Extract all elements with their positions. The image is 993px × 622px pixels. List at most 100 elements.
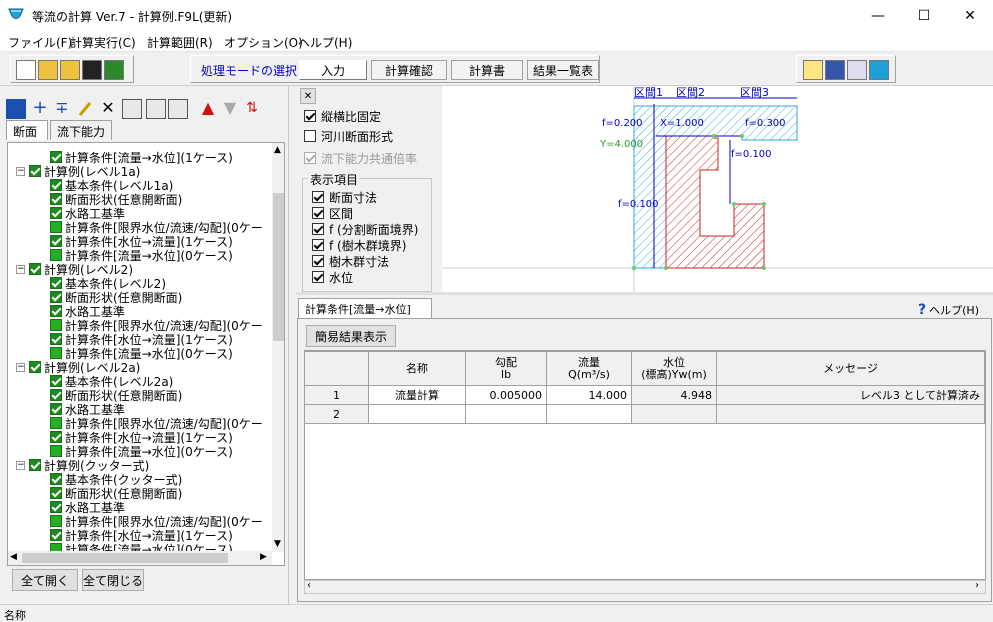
help-button[interactable]: ? ヘルプ(H) [918, 300, 990, 320]
item-f-division[interactable]: f (分割断面境界) [312, 221, 418, 237]
tree-expander-icon[interactable]: − [16, 264, 25, 274]
river-shape-label: 河川断面形式 [321, 129, 394, 144]
copy-icon[interactable] [122, 99, 142, 119]
move-up-icon[interactable]: ▲ [198, 99, 218, 119]
insert-icon[interactable]: ∓ [52, 99, 72, 119]
tab-flow-to-level[interactable]: 計算条件[流量→水位] [298, 298, 432, 318]
maximize-button[interactable]: ☐ [901, 0, 947, 31]
mode-report-button[interactable]: 計算書 [451, 60, 523, 80]
grid-horizontal-scrollbar[interactable] [304, 580, 986, 594]
duplicate-icon[interactable] [168, 99, 188, 119]
delete-icon[interactable]: ✕ [98, 99, 118, 119]
check-icon [50, 179, 62, 191]
help-icon[interactable] [803, 60, 823, 80]
simple-result-button[interactable]: 簡易結果表示 [306, 325, 396, 347]
col-message-label: メッセージ [823, 361, 878, 375]
table-row[interactable]: 1 流量計算 0.005000 14.000 4.948 レベル3 として計算済… [304, 385, 985, 405]
check-icon [50, 207, 62, 219]
collapse-all-button[interactable]: 全て閉じる [82, 569, 144, 591]
dim-label: f=0.100 [731, 149, 772, 160]
move-down-icon[interactable]: ▼ [220, 99, 240, 119]
col-message[interactable]: メッセージ [716, 351, 985, 386]
cell-flow[interactable] [546, 404, 632, 424]
result-grid[interactable]: 名称 勾配 Ib 流量 Q(m³/s) 水位 (標高)Yw(m) メッセージ 1… [304, 351, 985, 424]
menu-calc-range[interactable]: 計算範囲(R) [147, 34, 213, 51]
check-icon [50, 487, 62, 499]
mode-input-button[interactable]: 入力 [299, 60, 367, 80]
menu-options[interactable]: オプション(O) [224, 34, 303, 51]
col-name[interactable]: 名称 [368, 351, 466, 386]
grid-scroll-left-icon[interactable]: ‹ [307, 580, 311, 591]
menu-file[interactable]: ファイル(F) [8, 34, 72, 51]
scroll-up-icon[interactable]: ▲ [274, 145, 281, 155]
about-icon[interactable] [869, 60, 889, 80]
cross-section-diagram[interactable]: 区間1 区間2 区間3 f=0.200 X=1.000 f=0.300 Y=4.… [442, 86, 993, 292]
tree-scroll-thumb[interactable] [273, 193, 284, 341]
mode-check-button[interactable]: 計算確認 [371, 60, 447, 80]
open-folder-icon[interactable] [38, 60, 58, 80]
menu-help[interactable]: ヘルプ(H) [298, 34, 352, 51]
save-icon[interactable] [82, 60, 102, 80]
menu-calc-run[interactable]: 計算実行(C) [70, 34, 136, 51]
info-icon[interactable] [847, 60, 867, 80]
status-text: 名称 [4, 609, 26, 622]
tree-expander-icon[interactable]: − [16, 460, 25, 470]
toolbar: 処理モードの選択 入力 計算確認 計算書 結果一覧表 [0, 52, 993, 86]
mode-result-list-button[interactable]: 結果一覧表 [527, 60, 599, 80]
check-icon [29, 165, 41, 177]
scroll-down-icon[interactable]: ▼ [274, 539, 281, 549]
col-flow[interactable]: 流量 Q(m³/s) [546, 351, 632, 386]
section-label: 区間2 [676, 86, 705, 99]
help-question-icon: ? [918, 302, 927, 318]
aspect-fixed-checkbox[interactable]: 縦横比固定 [304, 108, 381, 124]
section-label: 区間1 [634, 86, 663, 99]
open-recent-icon[interactable] [60, 60, 80, 80]
cell-name[interactable]: 流量計算 [368, 385, 466, 405]
close-button[interactable]: ✕ [947, 0, 993, 31]
scroll-left-icon[interactable]: ◀ [10, 552, 17, 562]
cell-slope[interactable] [465, 404, 547, 424]
cell-name[interactable] [368, 404, 466, 424]
cell-flow[interactable]: 14.000 [546, 385, 632, 405]
table-row[interactable]: 2 [304, 404, 985, 424]
status-bar: 名称 [0, 604, 993, 622]
table-icon[interactable] [6, 99, 26, 119]
grid-scroll-right-icon[interactable]: › [975, 580, 979, 591]
item-f-trees[interactable]: f (樹木群境界) [312, 237, 406, 253]
col-slope[interactable]: 勾配 Ib [465, 351, 547, 386]
item-section-dims[interactable]: 断面寸法 [312, 189, 377, 205]
manual-icon[interactable] [825, 60, 845, 80]
mode-toolbar: 処理モードの選択 入力 計算確認 計算書 結果一覧表 [190, 55, 600, 83]
check-icon [50, 431, 62, 443]
col-level[interactable]: 水位 (標高)Yw(m) [631, 351, 717, 386]
item-water-level[interactable]: 水位 [312, 269, 353, 285]
scroll-right-icon[interactable]: ▶ [260, 552, 267, 562]
cell-slope[interactable]: 0.005000 [465, 385, 547, 405]
paste-icon[interactable] [146, 99, 166, 119]
river-shape-checkbox[interactable]: 河川断面形式 [304, 128, 393, 144]
splitter[interactable] [296, 292, 993, 295]
check-icon [50, 529, 62, 541]
edit-icon[interactable] [76, 99, 96, 119]
tab-section[interactable]: 断面 [6, 120, 48, 140]
export-icon[interactable] [104, 60, 124, 80]
close-panel-icon[interactable]: ✕ [300, 88, 316, 104]
check-icon [50, 501, 62, 513]
check-icon [50, 389, 62, 401]
swap-icon[interactable]: ⇅ [242, 99, 262, 119]
expand-all-button[interactable]: 全て開く [12, 569, 78, 591]
item-intervals[interactable]: 区間 [312, 205, 353, 221]
col-name-label: 名称 [406, 361, 428, 375]
tree-view[interactable]: 計算条件[流量→水位](1ケース) − 計算例(レベル1a) 基本条件(レベル1a) 断… [7, 142, 285, 566]
cell-message: レベル3 として計算済み [716, 385, 985, 405]
tree-expander-icon[interactable]: − [16, 362, 25, 372]
minimize-button[interactable]: — [855, 0, 901, 31]
status-square-icon [50, 515, 62, 527]
new-file-icon[interactable] [16, 60, 36, 80]
tab-flow-capacity[interactable]: 流下能力 [50, 120, 112, 140]
tree-expander-icon[interactable]: − [16, 166, 25, 176]
item-tree-dims[interactable]: 樹木群寸法 [312, 253, 389, 269]
add-icon[interactable]: + [30, 99, 50, 119]
display-items-title: 表示項目 [308, 171, 361, 188]
tree-hscroll-thumb[interactable] [22, 553, 228, 563]
